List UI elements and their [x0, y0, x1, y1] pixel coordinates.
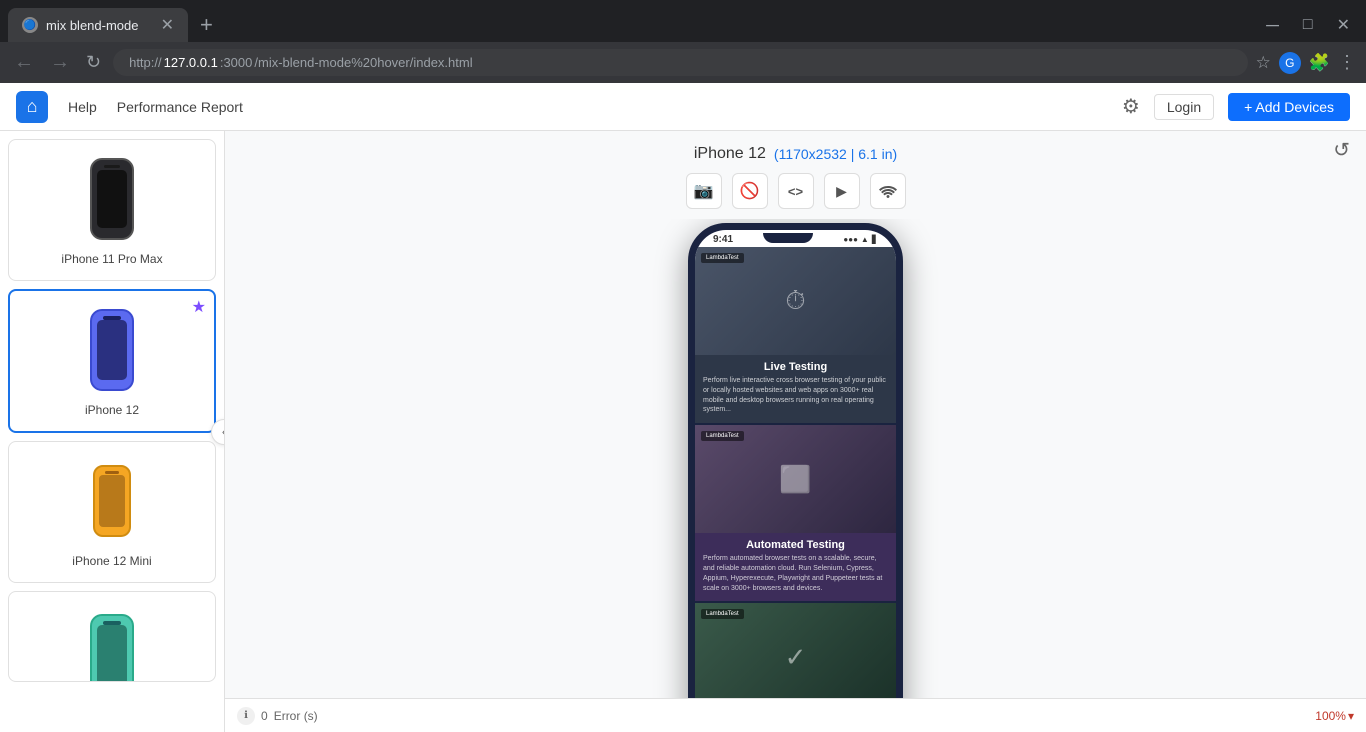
- device-image-iphone-12: [82, 305, 142, 395]
- profile-button[interactable]: G: [1279, 52, 1301, 74]
- sidebar: iPhone 11 Pro Max ★ iPhone 12: [0, 131, 225, 732]
- error-indicator: ℹ 0 Error (s): [237, 707, 318, 725]
- content-card-2: ⬜ LambdaTest Automated Testing Perform a…: [695, 425, 896, 601]
- bottom-status-bar: ℹ 0 Error (s) 100% ▾: [225, 698, 1366, 732]
- refresh-icon[interactable]: ↺: [1333, 138, 1350, 163]
- active-tab[interactable]: 🔵 mix blend-mode ✕: [8, 8, 188, 42]
- url-path: /mix-blend-mode%20hover/index.html: [254, 55, 472, 70]
- no-screenshot-button[interactable]: 🚫: [732, 173, 768, 209]
- app-logo: ⌂: [16, 91, 48, 123]
- phone-frame-container: 9:41 ●●● ▲ ▋ ⏱ LambdaTest: [225, 219, 1366, 698]
- device-toolbar: 📷 🚫 <> ▶: [225, 169, 1366, 219]
- card-1-label-badge: LambdaTest: [701, 253, 744, 263]
- card-2-desc: Perform automated browser tests on a sca…: [703, 554, 888, 593]
- device-card-iphone-12-teal[interactable]: [8, 591, 216, 682]
- device-resolution: (1170x2532 | 6.1 in): [774, 146, 897, 162]
- collapse-sidebar-button[interactable]: ‹: [211, 419, 225, 445]
- status-bar: 9:41 ●●● ▲ ▋: [695, 230, 896, 247]
- phone-frame: 9:41 ●●● ▲ ▋ ⏱ LambdaTest: [688, 223, 903, 698]
- info-icon: ℹ: [237, 707, 255, 725]
- browser-controls: ← → ↻ http:// 127.0.0.1 :3000 /mix-blend…: [0, 42, 1366, 83]
- device-card-iphone-12-mini[interactable]: iPhone 12 Mini: [8, 441, 216, 583]
- card-2-label-badge: LambdaTest: [701, 431, 744, 441]
- login-button[interactable]: Login: [1154, 94, 1214, 120]
- device-card-iphone-12[interactable]: ★ iPhone 12: [8, 289, 216, 433]
- error-label: Error (s): [274, 709, 318, 723]
- new-tab-button[interactable]: +: [192, 10, 221, 40]
- card-2-title: Automated Testing: [703, 539, 888, 551]
- tab-title: mix blend-mode: [46, 18, 139, 33]
- main-panel: iPhone 12 (1170x2532 | 6.1 in) ↺ 📷 🚫 <> …: [225, 131, 1366, 732]
- maximize-button[interactable]: □: [1295, 14, 1321, 36]
- browser-chrome: 🔵 mix blend-mode ✕ + ─ □ ✕ ← → ↻ http://…: [0, 0, 1366, 83]
- device-name-iphone-12-mini: iPhone 12 Mini: [72, 554, 151, 568]
- device-card-iphone-11-pro-max[interactable]: iPhone 11 Pro Max: [8, 139, 216, 281]
- card-1-body: Live Testing Perform live interactive cr…: [695, 355, 896, 423]
- card-2-body: Automated Testing Perform automated brow…: [695, 533, 896, 601]
- header-right: ⚙ Login + Add Devices: [1122, 93, 1350, 121]
- gear-icon[interactable]: ⚙: [1122, 94, 1140, 119]
- star-icon: ★: [192, 297, 206, 317]
- tab-favicon: 🔵: [22, 17, 38, 33]
- app-header: ⌂ Help Performance Report ⚙ Login + Add …: [0, 83, 1366, 131]
- content-card-1: ⏱ LambdaTest Live Testing Perform live i…: [695, 247, 896, 423]
- bookmark-button[interactable]: ☆: [1256, 53, 1271, 73]
- card-1-icon: ⏱: [785, 285, 805, 317]
- card-2-icon: ⬜: [779, 464, 811, 495]
- address-bar[interactable]: http:// 127.0.0.1 :3000 /mix-blend-mode%…: [113, 49, 1247, 76]
- device-title: iPhone 12: [694, 145, 766, 163]
- url-port: :3000: [220, 55, 253, 70]
- card-1-bg: ⏱ LambdaTest: [695, 247, 896, 355]
- card-3-bg: ✓ LambdaTest: [695, 603, 896, 698]
- error-count: 0: [261, 709, 268, 723]
- close-window-button[interactable]: ✕: [1329, 13, 1358, 37]
- device-image-iphone-12-mini: [82, 456, 142, 546]
- card-1-desc: Perform live interactive cross browser t…: [703, 376, 888, 415]
- url-host: 127.0.0.1: [164, 55, 218, 70]
- card-1-title: Live Testing: [703, 361, 888, 373]
- status-time: 9:41: [713, 234, 733, 245]
- device-name-pro-max: iPhone 11 Pro Max: [61, 252, 162, 266]
- zoom-dropdown-arrow[interactable]: ▾: [1348, 709, 1354, 723]
- back-button[interactable]: ←: [10, 49, 38, 76]
- nav-performance[interactable]: Performance Report: [117, 99, 243, 115]
- more-tools-button[interactable]: ⋮: [1338, 52, 1356, 73]
- minimize-button[interactable]: ─: [1258, 13, 1287, 38]
- app-container: ⌂ Help Performance Report ⚙ Login + Add …: [0, 83, 1366, 732]
- forward-button[interactable]: →: [46, 49, 74, 76]
- tab-close-icon[interactable]: ✕: [161, 15, 174, 35]
- body: iPhone 11 Pro Max ★ iPhone 12: [0, 131, 1366, 732]
- device-name-iphone-12: iPhone 12: [85, 403, 139, 417]
- status-icons: ●●● ▲ ▋: [843, 235, 878, 244]
- device-image-pro-max: [82, 154, 142, 244]
- wifi-button[interactable]: [870, 173, 906, 209]
- extensions-button[interactable]: 🧩: [1309, 53, 1330, 73]
- nav-help[interactable]: Help: [68, 99, 97, 115]
- notch-oval: [763, 233, 813, 243]
- screenshot-button[interactable]: 📷: [686, 173, 722, 209]
- record-button[interactable]: ▶: [824, 173, 860, 209]
- tab-bar: 🔵 mix blend-mode ✕ + ─ □ ✕: [0, 0, 1366, 42]
- reload-button[interactable]: ↻: [82, 50, 105, 75]
- url-prefix: http://: [129, 55, 162, 70]
- add-devices-button[interactable]: + Add Devices: [1228, 93, 1350, 121]
- card-3-label-badge: LambdaTest: [701, 609, 744, 619]
- zoom-control[interactable]: 100% ▾: [1315, 709, 1354, 723]
- card-3-icon: ✓: [785, 642, 807, 673]
- zoom-level: 100%: [1315, 709, 1346, 723]
- content-card-3: ✓ LambdaTest Mobile App Testing Perform …: [695, 603, 896, 698]
- device-header: iPhone 12 (1170x2532 | 6.1 in) ↺: [225, 131, 1366, 169]
- device-image-iphone-12-teal: [82, 606, 142, 681]
- card-2-bg: ⬜ LambdaTest: [695, 425, 896, 533]
- code-button[interactable]: <>: [778, 173, 814, 209]
